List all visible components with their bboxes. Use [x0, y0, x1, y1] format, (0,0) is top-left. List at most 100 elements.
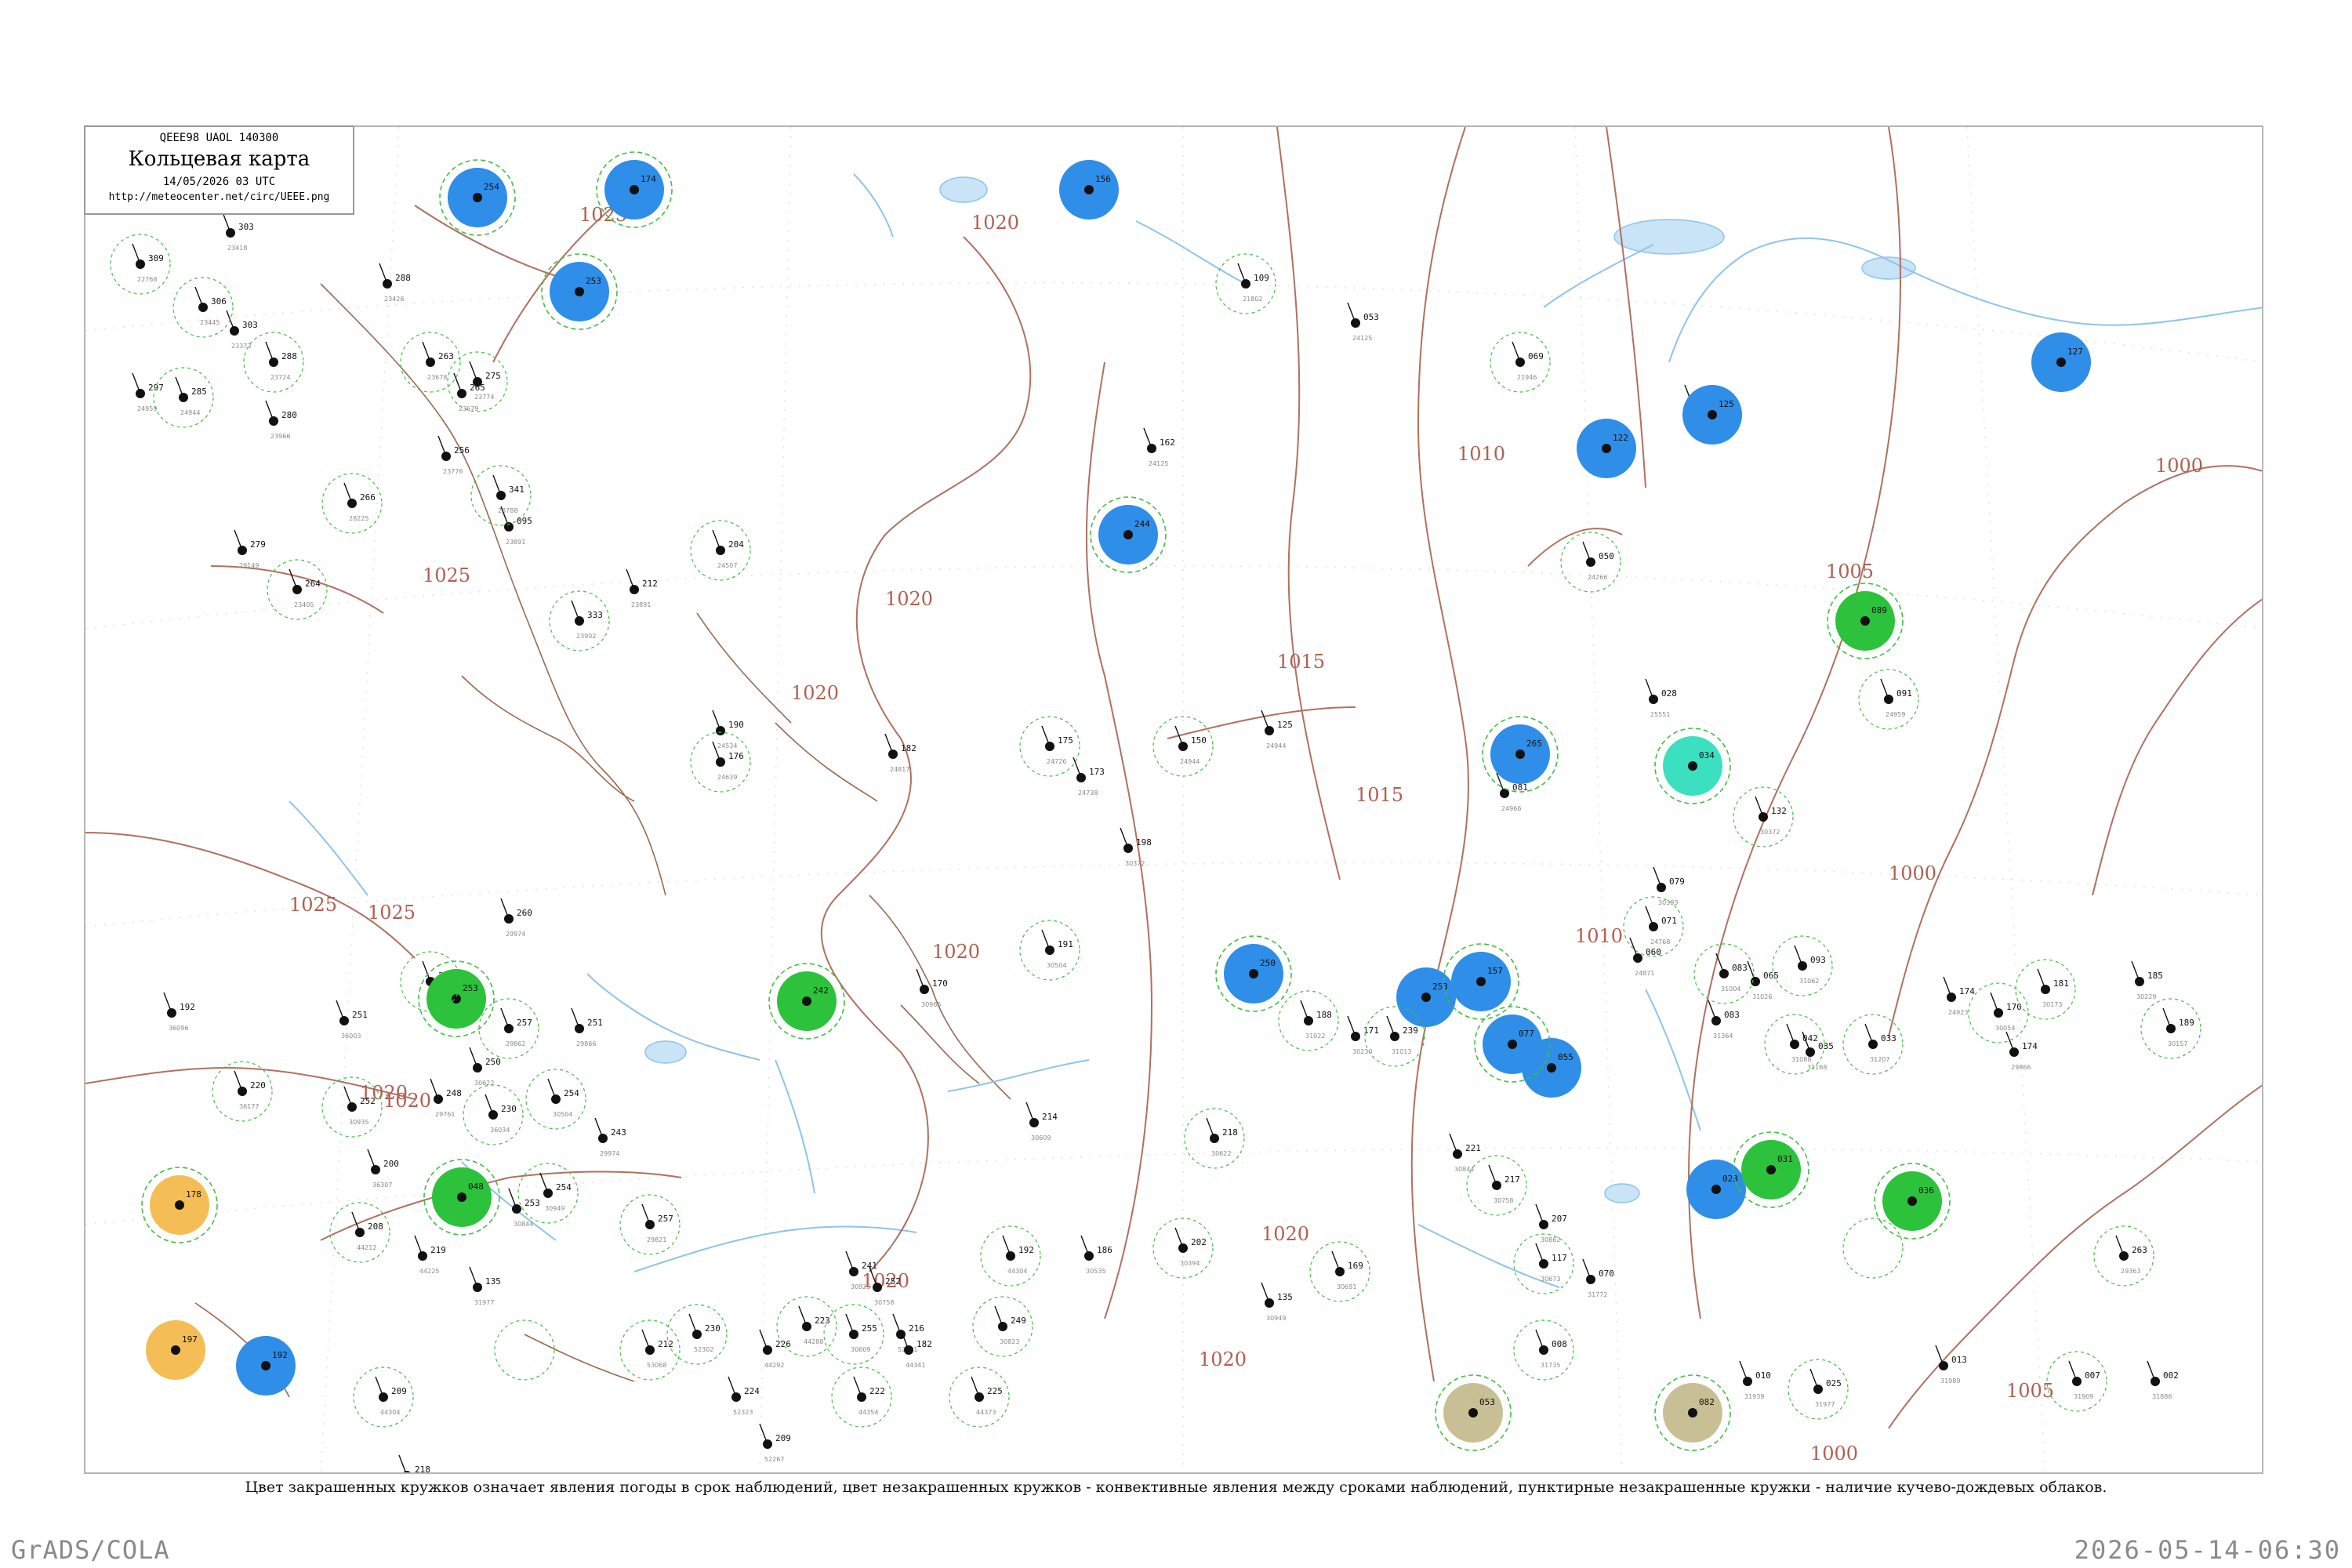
station-pressure: 198 [1136, 837, 1152, 848]
station-pressure: 243 [611, 1127, 626, 1138]
station-index: 31989 [1940, 1377, 1960, 1385]
wind-barb [469, 1266, 478, 1288]
wind-barb [500, 898, 510, 920]
station-pressure: 204 [728, 539, 744, 550]
station-index: 30609 [851, 1346, 870, 1353]
station-pressure: 071 [1661, 916, 1677, 926]
station-index: 30504 [553, 1111, 572, 1118]
station-index: 24768 [1650, 938, 1670, 946]
wind-barb [641, 1203, 651, 1225]
station-pressure: 010 [1755, 1370, 1771, 1381]
wind-barb [1715, 953, 1725, 975]
station-plot: 288 23724 [265, 341, 297, 381]
station-plot: 253 30844 [508, 1188, 540, 1228]
station-plot: 192 44304 [1002, 1235, 1034, 1275]
wind-barb [547, 1078, 557, 1100]
station-pressure: 252 [885, 1276, 901, 1287]
station-index: 24534 [717, 742, 737, 750]
station-plot: 17130230 [1347, 1015, 1379, 1055]
station-index: 36034 [490, 1127, 510, 1134]
station-index: 24738 [1078, 789, 1098, 797]
isobar-label: 1020 [971, 212, 1019, 234]
station-pressure: 225 [987, 1386, 1003, 1396]
isobar-label: 1010 [1457, 443, 1505, 465]
station-plot: 285 24944 [175, 376, 207, 416]
station-plot: 226 44292 [759, 1329, 791, 1369]
station-pressure: 053 [1479, 1397, 1495, 1407]
station-plot: 251 29866 [571, 1007, 603, 1047]
station-plot: 288 23426 [379, 263, 411, 303]
station-pressure: 216 [909, 1323, 924, 1334]
station-plot: 208 44212 [351, 1211, 383, 1251]
station-pressure: 191 [1058, 939, 1073, 949]
wind-barb [1331, 1250, 1341, 1272]
wind-barb [1535, 1203, 1544, 1225]
station-index: 30372 [1125, 860, 1145, 867]
wind-barb [234, 529, 243, 551]
station-pressure: 220 [250, 1080, 266, 1091]
station-index: 23405 [294, 601, 314, 608]
station-dot [1547, 1063, 1556, 1073]
station-dot [1476, 977, 1486, 986]
station-plot: 219 44225 [414, 1235, 446, 1275]
wind-barb [2162, 1007, 2172, 1029]
station-plot: 257 29862 [500, 1007, 532, 1047]
wind-barb [430, 1078, 439, 1100]
station-plot: 173 24738 [1073, 757, 1105, 797]
station-pressure: 091 [1896, 688, 1912, 699]
weather-circle-dust_olive: 082 [1663, 1383, 1722, 1443]
station-index: 23891 [631, 601, 651, 608]
wind-barb [884, 733, 894, 755]
wind-barb [728, 1376, 737, 1398]
wind-barb [265, 400, 274, 422]
station-index: 30862 [1541, 1236, 1560, 1243]
station-pressure: 156 [1095, 174, 1111, 184]
wind-barb [1535, 1243, 1544, 1265]
station-index: 30229 [2136, 993, 2156, 1000]
station-dot [2056, 358, 2066, 367]
station-index: 28225 [349, 515, 368, 522]
station-pressure: 288 [395, 273, 411, 283]
station-pressure: 176 [728, 751, 744, 761]
station-index: 24125 [1149, 460, 1168, 467]
wind-barb [1535, 1329, 1544, 1351]
station-index: 22768 [137, 276, 157, 283]
station-index: 44212 [357, 1244, 376, 1251]
station-pressure: 333 [587, 610, 603, 620]
station-pressure: 192 [1018, 1245, 1034, 1255]
station-pressure: 242 [813, 985, 829, 996]
wind-barb [1708, 1000, 1717, 1022]
station-pressure: 125 [1277, 720, 1293, 730]
wind-barb [1143, 427, 1152, 449]
station-index: 23774 [474, 394, 494, 401]
wind-barb [379, 263, 388, 285]
station-pressure: 275 [485, 371, 501, 381]
station-index: 24639 [717, 774, 737, 781]
station-index: 31735 [1541, 1362, 1560, 1369]
map-url[interactable]: http://meteocenter.net/circ/UEEE.png [85, 191, 353, 203]
station-pressure: 265 [1526, 739, 1542, 749]
station-index: 23373 [231, 343, 251, 350]
wind-barb [485, 1094, 494, 1116]
wind-barb [1512, 341, 1521, 363]
station-pressure: 122 [1613, 433, 1628, 443]
station-index: 52323 [733, 1409, 753, 1416]
station-dot [1688, 761, 1697, 771]
station-plot: 070 31772 [1582, 1258, 1614, 1298]
wind-barb [1449, 1133, 1458, 1155]
station-index: 30691 [1337, 1283, 1356, 1290]
station-pressure: 025 [1826, 1378, 1842, 1388]
wind-barb [1880, 678, 1889, 700]
station-plot: 188 31022 [1300, 1000, 1332, 1040]
station-index: 30965 [921, 1001, 941, 1008]
wind-barb [343, 1086, 353, 1108]
station-plot: 083 31364 [1708, 1000, 1740, 1040]
station-pressure: 224 [744, 1386, 760, 1396]
station-pressure: 241 [862, 1261, 877, 1271]
station-plot: 248 29761 [430, 1078, 462, 1118]
station-pressure: 109 [1254, 273, 1269, 283]
weather-circle-rain: 253 [550, 262, 609, 321]
station-index: 24944 [180, 409, 200, 416]
station-plot: 008 31735 [1535, 1329, 1567, 1369]
station-pressure: 083 [1724, 1010, 1740, 1020]
